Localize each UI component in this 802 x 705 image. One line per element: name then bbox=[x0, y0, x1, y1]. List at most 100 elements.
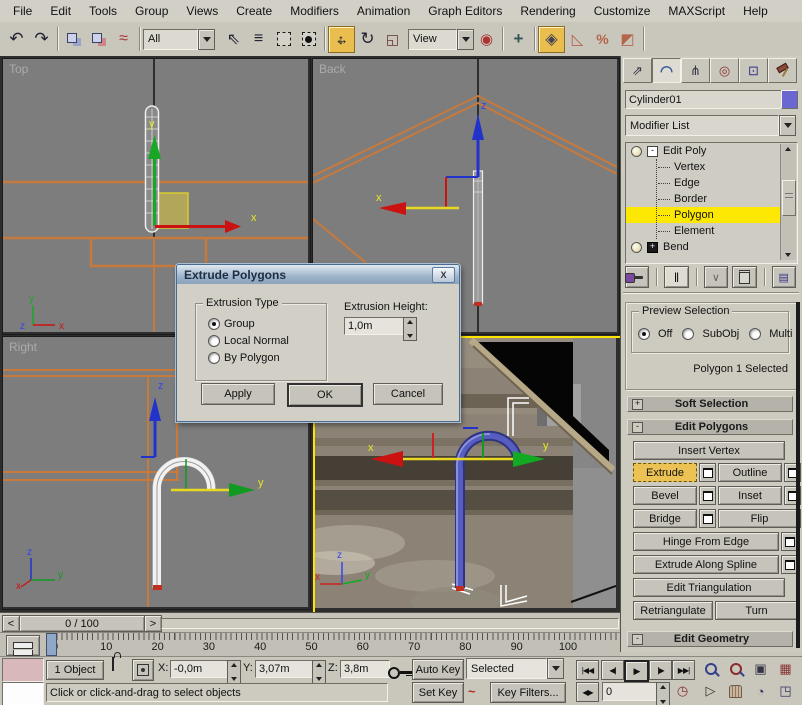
y-spinner[interactable] bbox=[312, 660, 326, 684]
time-slider-handle[interactable]: 0 / 100 bbox=[19, 615, 145, 632]
go-to-end-button[interactable]: ▶▶| bbox=[672, 660, 695, 680]
menu-item-group[interactable]: Group bbox=[126, 1, 177, 21]
cancel-button[interactable]: Cancel bbox=[373, 383, 443, 405]
apply-button[interactable]: Apply bbox=[201, 383, 275, 405]
scrollbar-thumb[interactable] bbox=[782, 180, 796, 216]
frame-spinner[interactable] bbox=[656, 682, 670, 705]
bevel-settings-button[interactable] bbox=[699, 486, 716, 505]
radio-local-normal[interactable] bbox=[208, 335, 220, 347]
z-coordinate-field[interactable]: 3,8m bbox=[340, 660, 390, 678]
menu-item-help[interactable]: Help bbox=[734, 1, 777, 21]
dropdown-arrow-icon[interactable] bbox=[779, 115, 796, 136]
bevel-button[interactable]: Bevel bbox=[633, 486, 697, 505]
stack-scrollbar[interactable] bbox=[780, 144, 796, 260]
expand-toggle-icon[interactable]: - bbox=[647, 146, 658, 157]
ok-button[interactable]: OK bbox=[287, 383, 363, 407]
menu-item-views[interactable]: Views bbox=[177, 1, 227, 21]
configure-modifier-sets-button[interactable]: ▤ bbox=[772, 266, 796, 288]
dialog-close-button[interactable]: X bbox=[432, 267, 455, 283]
rollout-soft-selection[interactable]: + Soft Selection bbox=[627, 396, 793, 412]
menu-item-create[interactable]: Create bbox=[227, 1, 281, 21]
menu-item-edit[interactable]: Edit bbox=[41, 1, 80, 21]
tab-utilities[interactable] bbox=[768, 58, 797, 83]
light-bulb-icon[interactable] bbox=[631, 242, 642, 253]
spinner-snap-toggle-button[interactable]: ◩ bbox=[615, 27, 640, 52]
snaps-toggle-button[interactable]: ◈ bbox=[538, 26, 565, 53]
absolute-mode-toggle[interactable] bbox=[132, 659, 154, 681]
set-key-button[interactable]: Set Key bbox=[412, 682, 464, 703]
expand-toggle-icon[interactable]: + bbox=[647, 242, 658, 253]
selection-filter-dropdown[interactable]: All bbox=[143, 30, 215, 49]
menu-item-rendering[interactable]: Rendering bbox=[511, 1, 584, 21]
dropdown-arrow-icon[interactable] bbox=[457, 29, 474, 50]
make-unique-button[interactable]: ∨ bbox=[704, 266, 728, 288]
extrusion-height-field[interactable]: 1,0m bbox=[344, 317, 407, 335]
extrude-settings-button[interactable] bbox=[699, 463, 716, 482]
hinge-from-edge-button[interactable]: Hinge From Edge bbox=[633, 532, 779, 551]
bridge-settings-button[interactable] bbox=[699, 509, 716, 528]
selection-lock-toggle[interactable] bbox=[112, 658, 114, 670]
reference-coordinate-dropdown[interactable]: View bbox=[408, 30, 474, 49]
stack-item-edge[interactable]: Edge bbox=[626, 175, 780, 191]
frame-ruler[interactable]: 0102030405060708090100 bbox=[46, 633, 618, 657]
key-mode-toggle[interactable]: ◀▶ bbox=[576, 682, 599, 702]
time-slider-track[interactable] bbox=[161, 618, 619, 629]
viewport-top-label[interactable]: Top bbox=[9, 62, 28, 76]
redo-button[interactable]: ↷ bbox=[29, 27, 54, 52]
extrude-button[interactable]: Extrude bbox=[633, 463, 697, 482]
object-name-field[interactable]: Cylinder01 bbox=[625, 90, 783, 109]
key-selection-dropdown[interactable]: Selected bbox=[466, 659, 564, 678]
inset-button[interactable]: Inset bbox=[718, 486, 782, 505]
bind-to-space-warp-button[interactable]: ≈ bbox=[111, 27, 136, 52]
time-slider-next-button[interactable]: > bbox=[144, 615, 162, 632]
tab-create[interactable]: ⇗ bbox=[623, 58, 652, 83]
next-frame-button[interactable]: |▶ bbox=[649, 660, 672, 680]
go-to-start-button[interactable]: |◀◀ bbox=[576, 660, 599, 680]
flip-button[interactable]: Flip bbox=[718, 509, 801, 528]
frame-indicator[interactable] bbox=[46, 633, 57, 656]
previous-frame-button[interactable]: ◀| bbox=[601, 660, 624, 680]
menu-item-customize[interactable]: Customize bbox=[585, 1, 660, 21]
edit-triangulation-button[interactable]: Edit Triangulation bbox=[633, 578, 785, 597]
radio-multi[interactable] bbox=[749, 328, 761, 340]
rollout-edit-polygons[interactable]: - Edit Polygons bbox=[627, 419, 793, 435]
radio-off[interactable] bbox=[638, 328, 650, 340]
time-configuration-button[interactable]: ◷ bbox=[672, 682, 693, 700]
scroll-up-icon[interactable] bbox=[785, 147, 791, 151]
collapse-minus-icon[interactable]: - bbox=[632, 422, 643, 433]
radio-group[interactable] bbox=[208, 318, 220, 330]
zoom-all-button[interactable] bbox=[725, 660, 746, 678]
radio-subobj[interactable] bbox=[682, 328, 694, 340]
turn-button[interactable]: Turn bbox=[715, 601, 798, 620]
stack-item-bend[interactable]: +Bend bbox=[626, 239, 780, 255]
select-and-scale-button[interactable]: ◱ bbox=[380, 27, 405, 52]
unlink-selection-button[interactable] bbox=[86, 27, 111, 52]
tab-display[interactable]: ⊡ bbox=[739, 58, 768, 83]
x-spinner[interactable] bbox=[227, 660, 241, 684]
window-crossing-toggle-button[interactable] bbox=[296, 27, 321, 52]
menu-item-graph-editors[interactable]: Graph Editors bbox=[419, 1, 511, 21]
rectangular-selection-region-button[interactable] bbox=[271, 27, 296, 52]
tab-hierarchy[interactable]: ⋔ bbox=[681, 58, 710, 83]
listener-pane[interactable] bbox=[2, 682, 44, 705]
arc-rotate-button[interactable]: ◔ bbox=[750, 682, 771, 700]
modifier-list-dropdown[interactable]: Modifier List bbox=[625, 116, 796, 135]
select-and-rotate-button[interactable]: ↻ bbox=[355, 27, 380, 52]
time-slider-prev-button[interactable]: < bbox=[2, 615, 20, 632]
auto-key-button[interactable]: Auto Key bbox=[412, 659, 464, 680]
outline-button[interactable]: Outline bbox=[718, 463, 782, 482]
zoom-button[interactable] bbox=[700, 660, 721, 678]
menu-item-maxscript[interactable]: MAXScript bbox=[659, 1, 734, 21]
extrude-along-spline-button[interactable]: Extrude Along Spline bbox=[633, 555, 779, 574]
dialog-title-bar[interactable]: Extrude Polygons X bbox=[177, 265, 459, 284]
menu-item-tools[interactable]: Tools bbox=[80, 1, 126, 21]
new-key-default-in-out-tangents[interactable]: ~ bbox=[468, 684, 476, 699]
undo-button[interactable]: ↶ bbox=[4, 27, 29, 52]
expand-plus-icon[interactable]: + bbox=[632, 399, 643, 410]
dropdown-arrow-icon[interactable] bbox=[547, 658, 564, 679]
radio-by-polygon[interactable] bbox=[208, 352, 220, 364]
menu-item-animation[interactable]: Animation bbox=[348, 1, 419, 21]
selected-objects-count[interactable]: 1 Object bbox=[46, 660, 104, 680]
bridge-button[interactable]: Bridge bbox=[633, 509, 697, 528]
collapse-minus-icon[interactable]: - bbox=[632, 634, 643, 645]
